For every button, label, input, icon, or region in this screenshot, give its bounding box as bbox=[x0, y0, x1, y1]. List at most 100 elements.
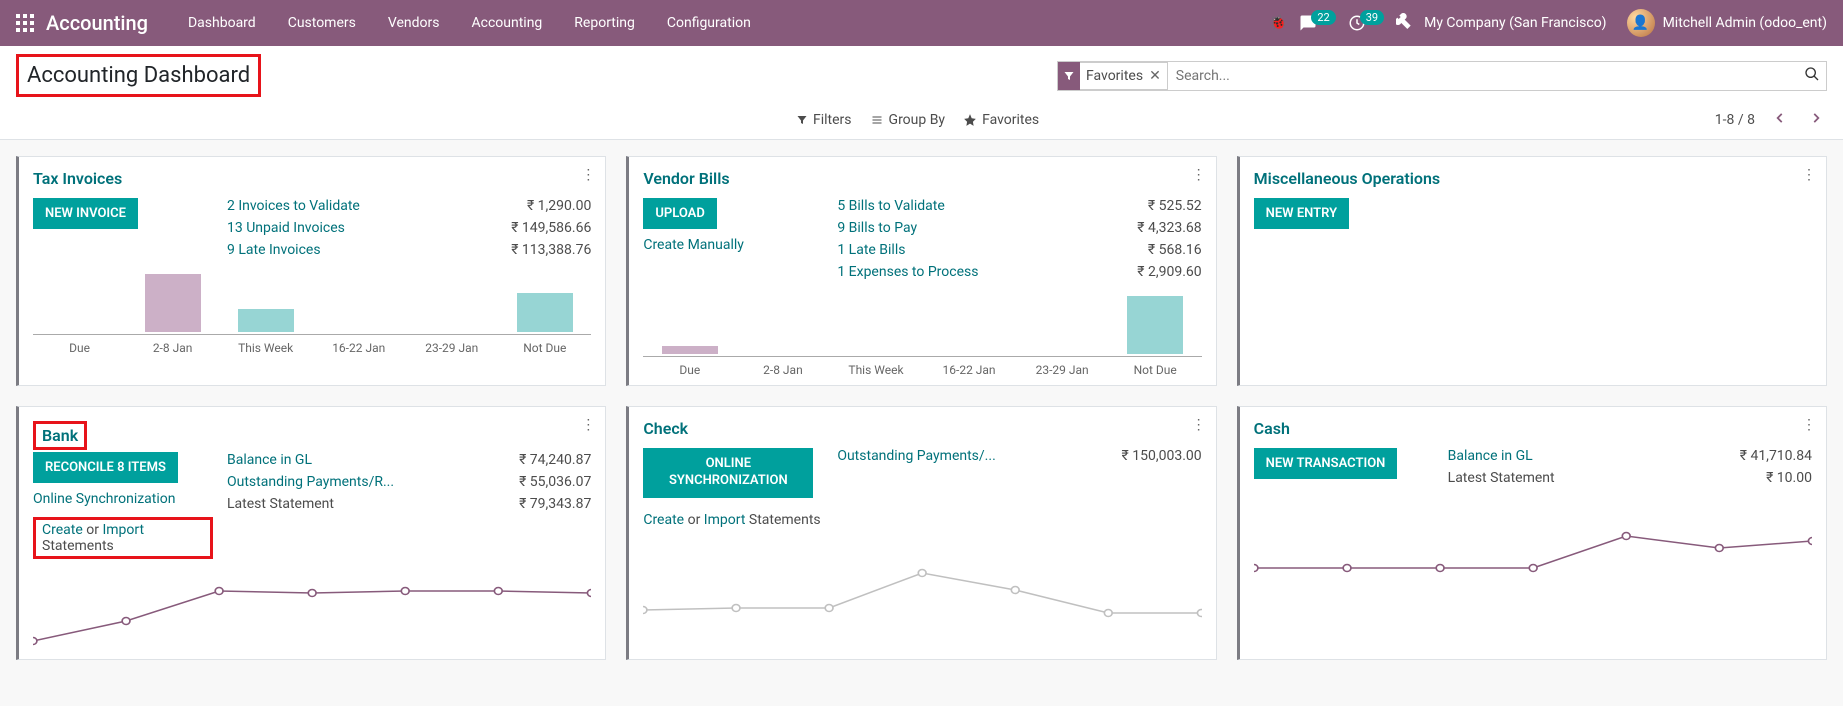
search-input[interactable] bbox=[1168, 64, 1790, 88]
mini-bar-chart bbox=[643, 294, 1201, 354]
nav-dashboard[interactable]: Dashboard bbox=[172, 0, 272, 46]
stat-value: ₹ 525.52 bbox=[1148, 198, 1202, 214]
stat-link[interactable]: Outstanding Payments/R... bbox=[227, 474, 394, 490]
reconcile-button[interactable]: RECONCILE 8 ITEMS bbox=[33, 452, 178, 483]
kebab-icon[interactable]: ⋮ bbox=[1192, 417, 1206, 433]
mini-bar-chart bbox=[33, 272, 591, 332]
kebab-icon[interactable]: ⋮ bbox=[581, 167, 595, 183]
avatar: 👤 bbox=[1627, 9, 1655, 37]
stat-link[interactable]: Outstanding Payments/... bbox=[837, 448, 995, 464]
stat-value: ₹ 113,388.76 bbox=[511, 242, 591, 258]
new-transaction-button[interactable]: NEW TRANSACTION bbox=[1254, 448, 1398, 479]
facet-label: Favorites bbox=[1086, 68, 1143, 84]
stat-value: ₹ 74,240.87 bbox=[519, 452, 591, 468]
bug-icon[interactable]: 🐞 bbox=[1270, 15, 1287, 31]
or-text: or bbox=[83, 522, 103, 538]
stat-link[interactable]: 1 Late Bills bbox=[837, 242, 905, 258]
kebab-icon[interactable]: ⋮ bbox=[1802, 417, 1816, 433]
card-bank: ⋮ Bank RECONCILE 8 ITEMS Online Synchron… bbox=[16, 406, 606, 660]
nav-customers[interactable]: Customers bbox=[272, 0, 372, 46]
stat-value: ₹ 150,003.00 bbox=[1122, 448, 1202, 464]
card-tax-invoices: ⋮ Tax Invoices NEW INVOICE 2 Invoices to… bbox=[16, 156, 606, 386]
kebab-icon[interactable]: ⋮ bbox=[1802, 167, 1816, 183]
create-import-statements: Create or Import Statements bbox=[643, 512, 823, 528]
card-title[interactable]: Tax Invoices bbox=[33, 169, 591, 188]
import-link[interactable]: Import bbox=[102, 522, 144, 538]
stat-value: ₹ 10.00 bbox=[1766, 470, 1812, 486]
create-import-statements: Create or Import Statements bbox=[33, 517, 213, 559]
statements-text: Statements bbox=[745, 512, 820, 528]
card-check: ⋮ Check ONLINE SYNCHRONIZATION Create or… bbox=[626, 406, 1216, 660]
page-title: Accounting Dashboard bbox=[16, 54, 261, 97]
pager-next[interactable] bbox=[1805, 111, 1827, 129]
stat-value: ₹ 79,343.87 bbox=[519, 496, 591, 512]
online-sync-button[interactable]: ONLINE SYNCHRONIZATION bbox=[643, 448, 813, 498]
tools-icon[interactable] bbox=[1396, 13, 1412, 33]
stat-link[interactable]: 13 Unpaid Invoices bbox=[227, 220, 345, 236]
messages-icon[interactable]: 22 bbox=[1299, 14, 1335, 32]
filters-button[interactable]: Filters bbox=[796, 112, 852, 128]
stat-link[interactable]: 5 Bills to Validate bbox=[837, 198, 944, 214]
stat-link[interactable]: 9 Bills to Pay bbox=[837, 220, 917, 236]
create-manually-link[interactable]: Create Manually bbox=[643, 237, 823, 253]
card-title[interactable]: Cash bbox=[1254, 419, 1812, 438]
import-link[interactable]: Import bbox=[704, 512, 746, 528]
card-title[interactable]: Miscellaneous Operations bbox=[1254, 169, 1812, 188]
user-name: Mitchell Admin (odoo_ent) bbox=[1663, 15, 1827, 31]
card-cash: ⋮ Cash NEW TRANSACTION Balance in GL ₹ 41… bbox=[1237, 406, 1827, 660]
new-entry-button[interactable]: NEW ENTRY bbox=[1254, 198, 1349, 229]
nav-reporting[interactable]: Reporting bbox=[558, 0, 651, 46]
pager-prev[interactable] bbox=[1769, 111, 1791, 129]
filter-icon bbox=[1058, 62, 1080, 90]
stat-value: ₹ 1,290.00 bbox=[527, 198, 591, 214]
stat-label: Latest Statement bbox=[1448, 470, 1555, 486]
search-icon[interactable] bbox=[1798, 66, 1826, 86]
nav-menu: Dashboard Customers Vendors Accounting R… bbox=[172, 0, 767, 46]
sparkline-chart bbox=[33, 571, 591, 651]
stat-link[interactable]: Balance in GL bbox=[227, 452, 312, 468]
stat-value: ₹ 41,710.84 bbox=[1740, 448, 1812, 464]
groupby-button[interactable]: Group By bbox=[870, 112, 946, 128]
new-invoice-button[interactable]: NEW INVOICE bbox=[33, 198, 138, 229]
online-sync-link[interactable]: Online Synchronization bbox=[33, 491, 213, 507]
nav-configuration[interactable]: Configuration bbox=[651, 0, 767, 46]
stat-label: Latest Statement bbox=[227, 496, 334, 512]
or-text: or bbox=[684, 512, 704, 528]
favorites-button[interactable]: Favorites bbox=[963, 112, 1039, 128]
statements-text: Statements bbox=[42, 538, 114, 554]
filters-label: Filters bbox=[813, 112, 852, 128]
stat-link[interactable]: 9 Late Invoices bbox=[227, 242, 321, 258]
card-title[interactable]: Bank bbox=[33, 421, 87, 450]
stat-value: ₹ 568.16 bbox=[1148, 242, 1202, 258]
facet-remove[interactable]: ✕ bbox=[1149, 68, 1161, 84]
sparkline-chart bbox=[643, 538, 1201, 618]
app-title: Accounting bbox=[46, 11, 148, 35]
activities-icon[interactable]: 39 bbox=[1348, 14, 1384, 32]
systray: 🐞 22 39 My Company (San Francisco) 👤 Mit… bbox=[1270, 9, 1827, 37]
card-misc-operations: ⋮ Miscellaneous Operations NEW ENTRY bbox=[1237, 156, 1827, 386]
card-title[interactable]: Check bbox=[643, 419, 1201, 438]
top-nav: Accounting Dashboard Customers Vendors A… bbox=[0, 0, 1843, 46]
stat-link[interactable]: 2 Invoices to Validate bbox=[227, 198, 360, 214]
groupby-label: Group By bbox=[889, 112, 946, 128]
stat-link[interactable]: Balance in GL bbox=[1448, 448, 1533, 464]
stat-link[interactable]: 1 Expenses to Process bbox=[837, 264, 978, 280]
dashboard-grid: ⋮ Tax Invoices NEW INVOICE 2 Invoices to… bbox=[0, 140, 1843, 676]
nav-vendors[interactable]: Vendors bbox=[372, 0, 456, 46]
apps-icon[interactable] bbox=[16, 14, 34, 32]
sparkline-chart bbox=[1254, 496, 1812, 576]
stat-value: ₹ 55,036.07 bbox=[519, 474, 591, 490]
create-link[interactable]: Create bbox=[643, 512, 684, 528]
stat-value: ₹ 149,586.66 bbox=[511, 220, 591, 236]
card-title[interactable]: Vendor Bills bbox=[643, 169, 1201, 188]
create-link[interactable]: Create bbox=[42, 522, 83, 538]
company-switcher[interactable]: My Company (San Francisco) bbox=[1424, 15, 1606, 31]
nav-accounting[interactable]: Accounting bbox=[455, 0, 558, 46]
kebab-icon[interactable]: ⋮ bbox=[1192, 167, 1206, 183]
control-panel: Accounting Dashboard Favorites ✕ Filters bbox=[0, 46, 1843, 140]
user-menu[interactable]: 👤 Mitchell Admin (odoo_ent) bbox=[1627, 9, 1827, 37]
activities-badge: 39 bbox=[1360, 10, 1384, 25]
upload-button[interactable]: UPLOAD bbox=[643, 198, 716, 229]
kebab-icon[interactable]: ⋮ bbox=[581, 417, 595, 433]
card-vendor-bills: ⋮ Vendor Bills UPLOAD Create Manually 5 … bbox=[626, 156, 1216, 386]
